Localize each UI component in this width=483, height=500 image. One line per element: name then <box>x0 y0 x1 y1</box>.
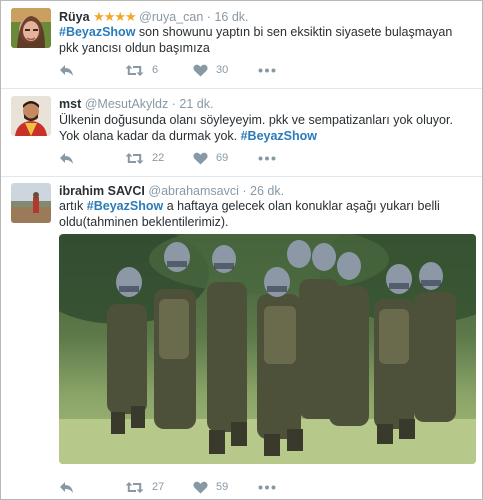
like-count: 30 <box>216 64 229 76</box>
display-name[interactable]: mst <box>59 97 81 111</box>
separator-dot: · <box>242 184 247 198</box>
hashtag-link[interactable]: #BeyazShow <box>59 25 135 39</box>
reply-button[interactable] <box>59 149 74 167</box>
user-handle[interactable]: @abrahamsavci <box>148 184 239 198</box>
tweet-text: Ülkenin doğusunda olanı söyleyeyim. pkk … <box>59 112 469 144</box>
reply-button[interactable] <box>59 478 74 496</box>
like-count: 59 <box>216 481 229 493</box>
avatar[interactable] <box>11 96 51 136</box>
retweet-count: 6 <box>152 64 159 76</box>
star-emoji: ★★★★ <box>93 9 137 24</box>
tweet-header: mst @MesutAkyldz · 21 dk. <box>59 97 213 111</box>
retweet-button[interactable]: 27 <box>125 478 164 496</box>
retweet-icon <box>125 64 144 77</box>
retweet-icon <box>125 152 144 165</box>
retweet-count: 27 <box>152 481 165 493</box>
avatar[interactable] <box>11 183 51 223</box>
avatar[interactable] <box>11 8 51 48</box>
reply-icon <box>59 64 74 77</box>
retweet-button[interactable]: 22 <box>125 149 164 167</box>
retweet-count: 22 <box>152 152 165 164</box>
tweet-1[interactable]: Rüya ★★★★ @ruya_can · 16 dk. #BeyazShow … <box>1 1 482 89</box>
tweet-3[interactable]: ibrahim SAVCI @abrahamsavci · 26 dk. art… <box>1 177 482 499</box>
reply-button[interactable] <box>59 61 74 79</box>
more-button[interactable] <box>258 149 276 167</box>
display-name[interactable]: ibrahim SAVCI <box>59 184 145 198</box>
display-name[interactable]: Rüya <box>59 10 90 24</box>
hashtag-link[interactable]: #BeyazShow <box>87 199 163 213</box>
user-handle[interactable]: @ruya_can <box>139 10 203 24</box>
timestamp[interactable]: 21 dk. <box>179 97 213 111</box>
more-icon <box>258 68 276 73</box>
like-button[interactable]: 69 <box>193 149 228 167</box>
like-count: 69 <box>216 152 229 164</box>
like-button[interactable]: 30 <box>193 61 228 79</box>
retweet-button[interactable]: 6 <box>125 61 158 79</box>
timestamp[interactable]: 16 dk. <box>214 10 248 24</box>
more-icon <box>258 485 276 490</box>
hashtag-link[interactable]: #BeyazShow <box>241 129 317 143</box>
tweet-header: Rüya ★★★★ @ruya_can · 16 dk. <box>59 9 249 25</box>
like-button[interactable]: 59 <box>193 478 228 496</box>
heart-icon <box>193 152 208 165</box>
tweet-photo[interactable] <box>59 234 476 464</box>
timestamp[interactable]: 26 dk. <box>250 184 284 198</box>
timeline: Rüya ★★★★ @ruya_can · 16 dk. #BeyazShow … <box>0 0 483 500</box>
heart-icon <box>193 481 208 494</box>
separator-dot: · <box>171 97 176 111</box>
reply-icon <box>59 152 74 165</box>
tweet-text: artık #BeyazShow a haftaya gelecek olan … <box>59 198 469 230</box>
more-icon <box>258 156 276 161</box>
heart-icon <box>193 64 208 77</box>
more-button[interactable] <box>258 478 276 496</box>
user-handle[interactable]: @MesutAkyldz <box>85 97 169 111</box>
retweet-icon <box>125 481 144 494</box>
tweet-header: ibrahim SAVCI @abrahamsavci · 26 dk. <box>59 184 284 198</box>
separator-dot: · <box>206 10 211 24</box>
text-prefix: artık <box>59 199 87 213</box>
reply-icon <box>59 481 74 494</box>
more-button[interactable] <box>258 61 276 79</box>
tweet-2[interactable]: mst @MesutAkyldz · 21 dk. Ülkenin doğusu… <box>1 89 482 177</box>
tweet-text: #BeyazShow son showunu yaptın bi sen eks… <box>59 24 469 56</box>
